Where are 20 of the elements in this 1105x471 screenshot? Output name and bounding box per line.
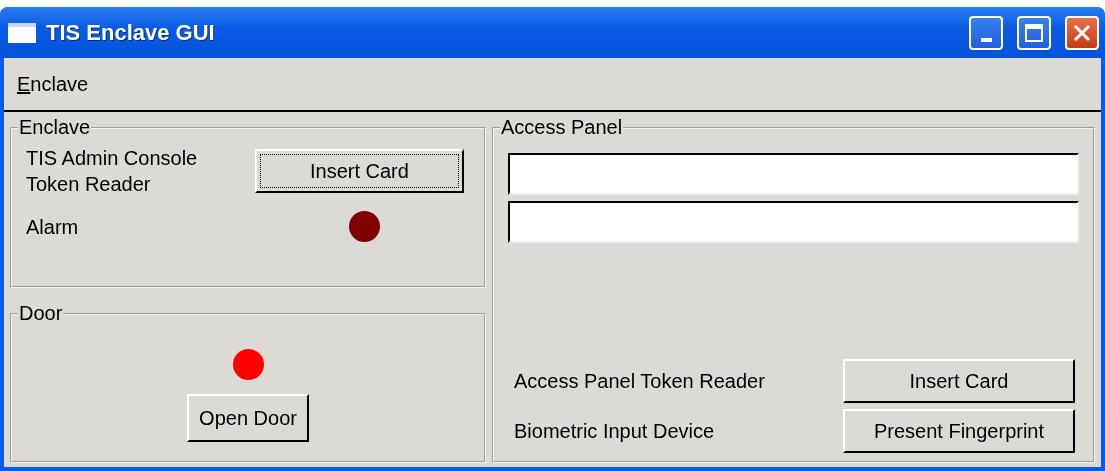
close-button[interactable] <box>1065 15 1099 50</box>
device-label: Biometric Input Device <box>514 419 715 444</box>
group-title: Enclave <box>18 116 92 139</box>
device-label: Access Panel Token Reader <box>514 369 765 394</box>
group-title: Door <box>18 302 64 325</box>
open-door-button[interactable]: Open Door <box>187 394 309 442</box>
maximize-icon <box>1024 22 1044 43</box>
close-icon <box>1072 22 1092 43</box>
minimize-button[interactable] <box>969 15 1003 50</box>
window-icon <box>8 22 36 43</box>
group-title: Access Panel <box>500 116 624 139</box>
window-title: TIS Enclave GUI <box>46 19 216 46</box>
minimize-icon <box>980 37 992 42</box>
insert-card-button[interactable]: Insert Card <box>254 149 464 193</box>
alarm-label: Alarm <box>26 214 79 240</box>
device-button[interactable]: Insert Card <box>843 359 1075 403</box>
device-button[interactable]: Present Fingerprint <box>843 409 1075 453</box>
menu-item[interactable]: Enclave <box>14 72 92 96</box>
device-label: TIS Admin Console Token Reader <box>26 146 199 197</box>
maximize-button[interactable] <box>1017 15 1051 50</box>
